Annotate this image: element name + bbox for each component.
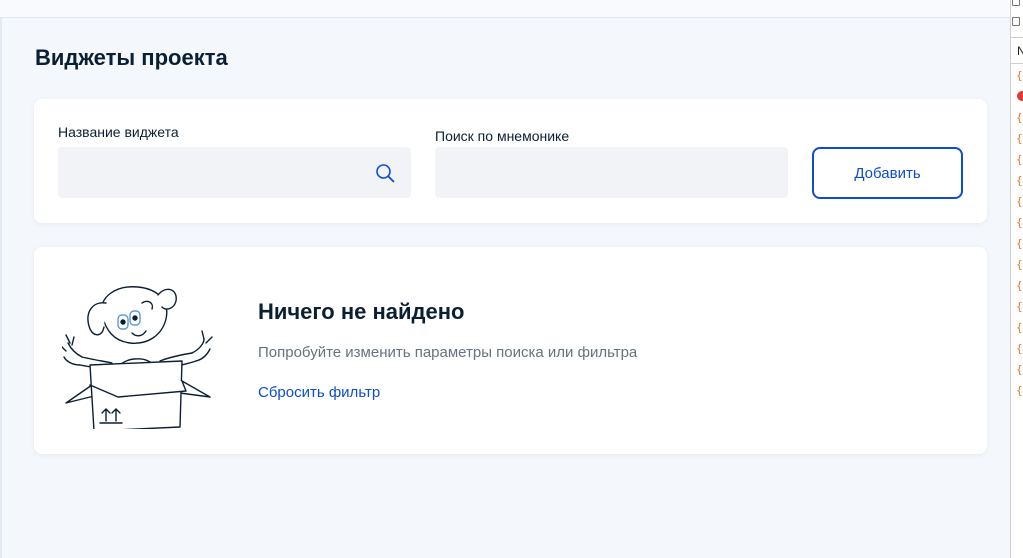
filter-panel: Название виджета Поиск по мнемонике Доба…	[34, 99, 987, 223]
reset-filter-link[interactable]: Сбросить фильтр	[258, 384, 380, 401]
widget-name-label: Название виджета	[58, 124, 179, 140]
empty-state-title: Ничего не найдено	[258, 299, 465, 324]
page-title: Виджеты проекта	[35, 45, 228, 70]
dog-in-box-illustration	[62, 286, 213, 429]
console-object-icon: {	[1016, 69, 1023, 82]
console-object-icon: {	[1016, 258, 1023, 271]
console-object-icon: {	[1016, 321, 1023, 334]
empty-state-panel: Ничего не найдено Попробуйте изменить па…	[34, 247, 987, 454]
empty-state-message: Попробуйте изменить параметры поиска или…	[258, 344, 638, 361]
console-object-icon: {	[1016, 195, 1023, 208]
widget-name-field[interactable]	[58, 147, 411, 198]
mnemonic-search-field[interactable]	[435, 147, 788, 198]
console-object-icon: {	[1016, 300, 1023, 313]
mnemonic-search-label: Поиск по мнемонике	[435, 128, 570, 144]
devtools-toggle-icon[interactable]	[1012, 0, 1020, 6]
console-object-icon: {	[1016, 153, 1023, 166]
devtools-tab[interactable]: N	[1011, 37, 1023, 64]
devtools-panel: N { { { { { { { { { { { { { { {	[1010, 0, 1023, 558]
top-bar	[0, 0, 1010, 18]
console-object-icon: {	[1016, 237, 1023, 250]
console-object-icon: {	[1016, 384, 1023, 397]
console-object-icon: {	[1016, 111, 1023, 124]
console-object-icon: {	[1016, 132, 1023, 145]
console-object-icon: {	[1016, 363, 1023, 376]
console-error-icon	[1017, 91, 1023, 101]
widget-name-input[interactable]	[58, 147, 411, 198]
mnemonic-search-input[interactable]	[435, 147, 788, 198]
console-object-icon: {	[1016, 279, 1023, 292]
add-button[interactable]: Добавить	[812, 147, 963, 199]
search-icon[interactable]	[375, 163, 395, 183]
console-object-icon: {	[1016, 174, 1023, 187]
main-content: Виджеты проекта Название виджета Поиск п…	[2, 19, 1010, 558]
console-object-icon: {	[1016, 216, 1023, 229]
devtools-checkbox-icon[interactable]	[1012, 17, 1020, 26]
console-object-icon: {	[1016, 342, 1023, 355]
